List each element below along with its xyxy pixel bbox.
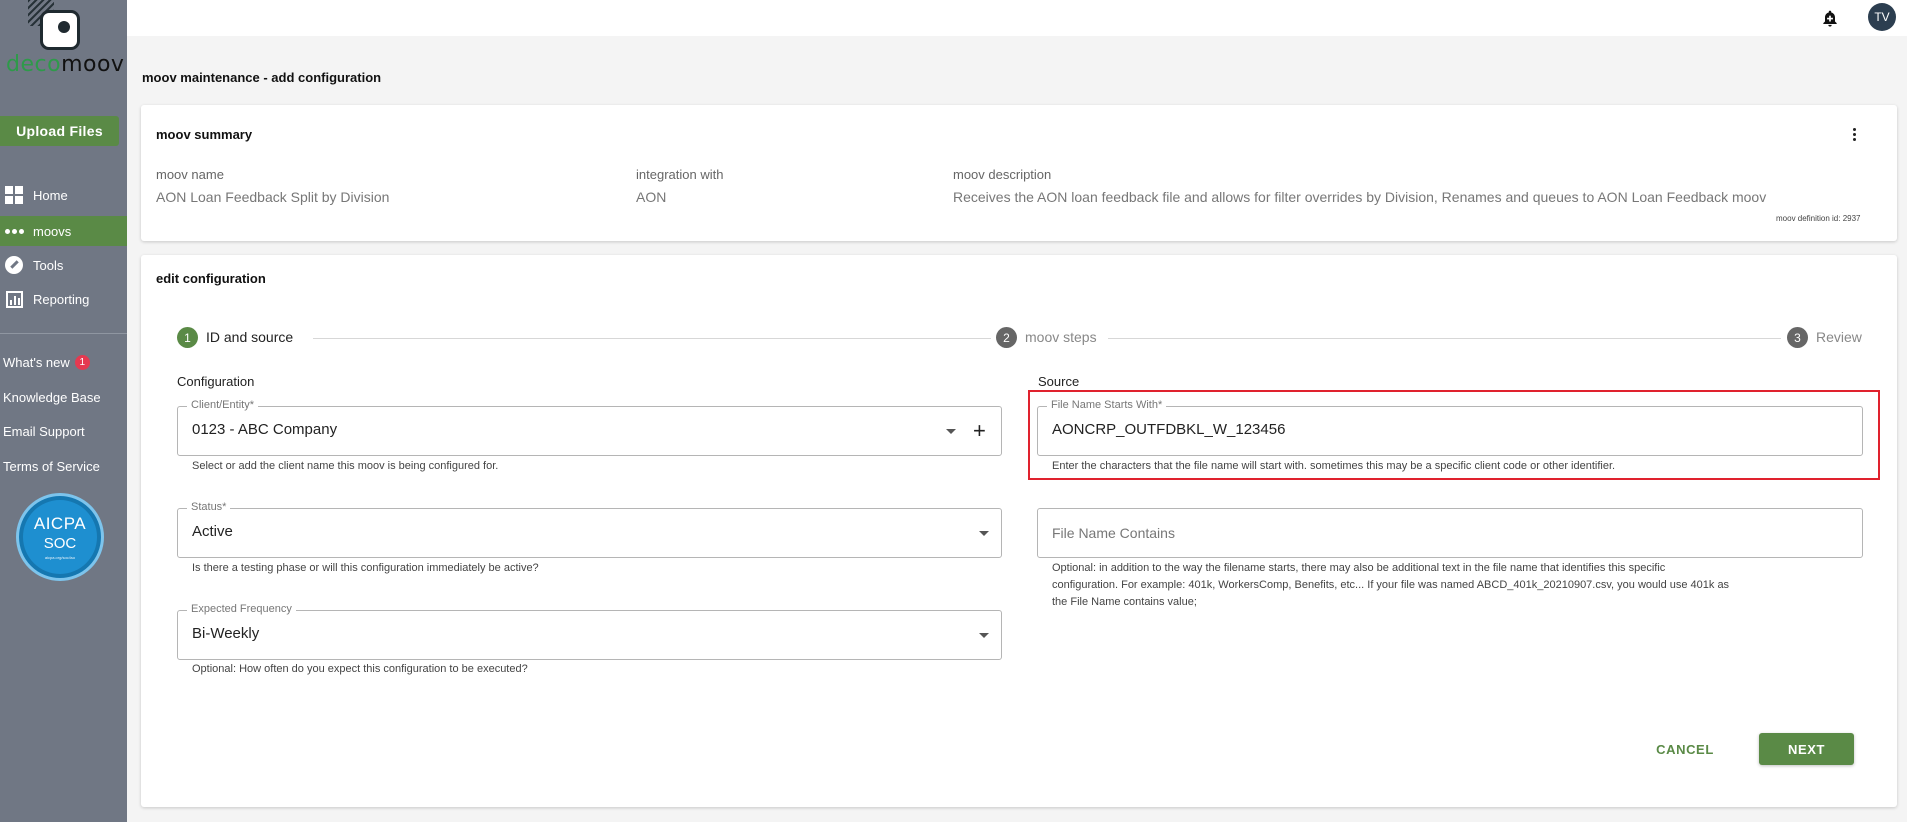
moov-name-label: moov name: [156, 167, 224, 182]
step-2-circle[interactable]: 2: [996, 327, 1017, 348]
soc-badge-line1: AICPA: [33, 514, 87, 533]
home-icon: [4, 186, 24, 204]
status-select[interactable]: Status* Active: [177, 501, 1002, 558]
helper-line: the File Name contains value;: [1052, 596, 1197, 608]
file-name-starts-with-helper: Enter the characters that the file name …: [1052, 460, 1616, 472]
chevron-down-icon[interactable]: [946, 429, 956, 434]
user-avatar[interactable]: TV: [1868, 3, 1896, 31]
step-3-label[interactable]: Review: [1816, 329, 1862, 345]
sidebar-item-label: Tools: [33, 257, 64, 273]
summary-title: moov summary: [156, 127, 253, 142]
sidebar-item-label: moovs: [33, 223, 72, 239]
integration-value: AON: [636, 189, 667, 205]
whats-new-link[interactable]: What's new 1: [3, 355, 90, 370]
sidebar: decomoov Upload Files Home moovs Tools R…: [0, 0, 127, 822]
logo-box-icon: [40, 10, 80, 50]
status-value: Active: [192, 523, 233, 540]
expected-frequency-label: Expected Frequency: [187, 603, 296, 615]
client-entity-label: Client/Entity*: [187, 399, 258, 411]
notification-bell-icon[interactable]: [1820, 9, 1840, 29]
sidebar-item-tools[interactable]: Tools: [0, 250, 127, 280]
email-support-link[interactable]: Email Support: [3, 424, 85, 439]
step-1-circle[interactable]: 1: [177, 327, 198, 348]
file-name-contains-input[interactable]: File Name Contains: [1037, 508, 1863, 558]
reporting-icon: [4, 290, 24, 308]
logo-text: decomoov: [6, 52, 125, 77]
step-2-label[interactable]: moov steps: [1025, 329, 1097, 345]
sidebar-divider: [0, 333, 127, 334]
client-entity-select[interactable]: Client/Entity* 0123 - ABC Company +: [177, 399, 1002, 456]
whats-new-badge: 1: [74, 355, 90, 370]
file-name-starts-with-value: AONCRP_OUTFDBKL_W_123456: [1052, 421, 1286, 438]
helper-line: Optional: in addition to the way the fil…: [1052, 562, 1666, 574]
file-name-starts-with-input[interactable]: File Name Starts With* AONCRP_OUTFDBKL_W…: [1037, 399, 1863, 456]
expected-frequency-value: Bi-Weekly: [192, 625, 260, 642]
helper-line: configuration. For example: 401k, Worker…: [1052, 579, 1730, 591]
client-entity-helper: Select or add the client name this moov …: [192, 460, 499, 472]
file-name-contains-placeholder: File Name Contains: [1052, 525, 1175, 541]
knowledge-base-link[interactable]: Knowledge Base: [3, 390, 101, 405]
moov-summary-card: moov summary moov name AON Loan Feedback…: [141, 105, 1897, 241]
step-1-label[interactable]: ID and source: [206, 329, 293, 345]
more-options-icon[interactable]: [1846, 125, 1862, 143]
sidebar-item-moovs[interactable]: moovs: [0, 216, 127, 246]
chevron-down-icon[interactable]: [979, 531, 989, 536]
sidebar-item-reporting[interactable]: Reporting: [0, 284, 127, 314]
add-client-icon[interactable]: +: [973, 420, 986, 442]
integration-label: integration with: [636, 167, 724, 182]
soc-badge-line2: SOC: [43, 535, 77, 552]
next-button[interactable]: NEXT: [1759, 733, 1854, 765]
expected-frequency-helper: Optional: How often do you expect this c…: [192, 663, 528, 675]
client-entity-value: 0123 - ABC Company: [192, 421, 338, 438]
source-heading: Source: [1038, 374, 1080, 389]
step-connector: [313, 338, 991, 339]
upload-files-button[interactable]: Upload Files: [0, 116, 119, 146]
step-3-circle[interactable]: 3: [1787, 327, 1808, 348]
top-bar: [127, 0, 1907, 36]
moovs-icon: [4, 222, 24, 240]
expected-frequency-select[interactable]: Expected Frequency Bi-Weekly: [177, 603, 1002, 660]
cancel-button[interactable]: CANCEL: [1640, 733, 1730, 765]
description-label: moov description: [953, 167, 1052, 182]
definition-id: moov definition id: 2937: [1776, 214, 1861, 223]
decomoov-logo[interactable]: decomoov: [0, 0, 127, 80]
terms-of-service-link[interactable]: Terms of Service: [3, 459, 100, 474]
step-connector: [1108, 338, 1781, 339]
page-title: moov maintenance - add configuration: [142, 70, 382, 85]
file-name-starts-with-label: File Name Starts With*: [1047, 399, 1167, 411]
status-label: Status*: [187, 501, 231, 513]
edit-configuration-title: edit configuration: [156, 271, 266, 286]
file-name-contains-helper: Optional: in addition to the way the fil…: [1052, 560, 1852, 611]
soc-badge-line3: aicpa.org/soc4so: [44, 555, 76, 560]
configuration-heading: Configuration: [177, 374, 255, 389]
sidebar-item-label: Reporting: [33, 291, 90, 307]
sidebar-item-home[interactable]: Home: [0, 180, 127, 210]
status-helper: Is there a testing phase or will this co…: [192, 562, 539, 574]
tools-icon: [4, 256, 24, 274]
description-value: Receives the AON loan feedback file and …: [953, 189, 1767, 205]
whats-new-label: What's new: [3, 355, 70, 370]
moov-name-value: AON Loan Feedback Split by Division: [156, 189, 390, 205]
chevron-down-icon[interactable]: [979, 633, 989, 638]
aicpa-soc-badge: AICPA SOC aicpa.org/soc4so: [16, 493, 104, 581]
sidebar-item-label: Home: [33, 187, 68, 203]
